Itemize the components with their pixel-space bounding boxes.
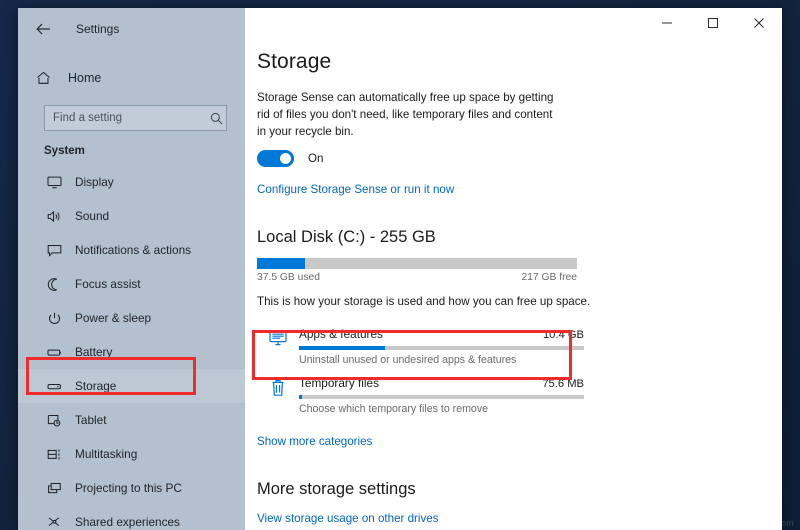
tablet-icon <box>44 410 64 430</box>
category-row-apps-features[interactable]: Apps & features 10.4 GB Uninstall unused… <box>257 322 746 371</box>
sidebar-item-power-sleep-label: Power & sleep <box>75 311 152 325</box>
storage-sense-toggle[interactable] <box>257 150 294 168</box>
monitor-icon <box>44 172 64 192</box>
home-icon <box>36 71 58 85</box>
maximize-icon[interactable] <box>690 8 736 38</box>
notification-icon <box>44 240 64 260</box>
category-row-temporary-files[interactable]: Temporary files 75.6 MB Choose which tem… <box>257 371 746 421</box>
show-more-categories-link[interactable]: Show more categories <box>257 435 372 448</box>
sidebar-item-home-label: Home <box>68 71 102 85</box>
app-title: Settings <box>76 22 120 36</box>
more-storage-settings-heading: More storage settings <box>257 480 416 499</box>
multitasking-icon <box>44 444 64 464</box>
sidebar-item-multitasking-label: Multitasking <box>75 447 138 461</box>
disk-used-label: 37.5 GB used <box>257 272 320 284</box>
sidebar-item-storage-label: Storage <box>75 379 117 393</box>
category-subtitle: Choose which temporary files to remove <box>299 403 489 416</box>
sidebar-item-shared-experiences-label: Shared experiences <box>75 515 180 529</box>
toggle-knob <box>280 153 291 165</box>
storage-sense-description: Storage Sense can automatically free up … <box>257 91 554 138</box>
search-input[interactable] <box>45 112 207 124</box>
storage-sense-toggle-row: On <box>257 150 746 168</box>
category-body: Apps & features 10.4 GB Uninstall unused… <box>293 327 742 366</box>
local-disk-heading: Local Disk (C:) - 255 GB <box>257 228 436 247</box>
category-usage-bar <box>299 395 584 400</box>
content-area: Storage Storage Sense can automatically … <box>245 8 782 530</box>
category-size: 75.6 MB <box>542 378 584 391</box>
search-icon[interactable] <box>207 112 226 125</box>
sidebar-item-focus-assist-label: Focus assist <box>75 277 141 291</box>
disk-usage-meta: 37.5 GB used 217 GB free <box>257 272 577 283</box>
apps-icon <box>263 327 293 366</box>
search-box[interactable] <box>44 105 227 131</box>
storage-category-list: Apps & features 10.4 GB Uninstall unused… <box>257 322 746 421</box>
moon-icon <box>44 274 64 294</box>
category-subtitle: Uninstall unused or undesired apps & fea… <box>299 354 517 367</box>
category-headline: Temporary files 75.6 MB <box>299 376 584 390</box>
window-controls <box>245 8 782 42</box>
disk-free-label: 217 GB free <box>521 272 577 284</box>
sidebar: Settings Home System <box>18 8 245 530</box>
sidebar-nav-list: Display Sound Notifications & actions Fo… <box>18 165 245 530</box>
sidebar-item-projecting-label: Projecting to this PC <box>75 481 182 495</box>
back-arrow-icon[interactable] <box>30 16 56 42</box>
power-icon <box>44 308 64 328</box>
category-body: Temporary files 75.6 MB Choose which tem… <box>293 376 742 415</box>
project-icon <box>44 478 64 498</box>
sidebar-title-row: Settings <box>18 8 245 50</box>
sidebar-item-sound-label: Sound <box>75 209 110 223</box>
view-storage-usage-link[interactable]: View storage usage on other drives <box>257 512 746 525</box>
sidebar-item-display[interactable]: Display <box>18 165 245 199</box>
storage-sense-toggle-state: On <box>308 152 324 166</box>
category-name: Temporary files <box>299 376 379 391</box>
sidebar-item-notifications[interactable]: Notifications & actions <box>18 233 245 267</box>
category-headline: Apps & features 10.4 GB <box>299 327 584 341</box>
sidebar-item-battery[interactable]: Battery <box>18 335 245 369</box>
disk-explainer: This is how your storage is used and how… <box>257 295 591 309</box>
category-usage-fill <box>299 346 385 351</box>
sidebar-item-projecting[interactable]: Projecting to this PC <box>18 471 245 505</box>
category-usage-fill <box>299 395 302 400</box>
share-icon <box>44 512 64 530</box>
page-title: Storage <box>257 50 332 73</box>
settings-pane: Storage Storage Sense can automatically … <box>245 42 782 530</box>
speaker-icon <box>44 206 64 226</box>
disk-usage-fill <box>257 258 305 270</box>
category-name: Apps & features <box>299 327 383 342</box>
sidebar-item-tablet-label: Tablet <box>75 413 107 427</box>
sidebar-item-display-label: Display <box>75 175 114 189</box>
more-storage-settings-links: View storage usage on other drives Chang… <box>257 512 746 530</box>
sidebar-item-storage[interactable]: Storage <box>18 369 245 403</box>
sidebar-item-multitasking[interactable]: Multitasking <box>18 437 245 471</box>
sidebar-item-sound[interactable]: Sound <box>18 199 245 233</box>
sidebar-item-home[interactable]: Home <box>18 63 245 93</box>
battery-icon <box>44 342 64 362</box>
trash-icon <box>263 376 293 415</box>
configure-storage-sense-row: Configure Storage Sense or run it now <box>257 180 746 198</box>
configure-storage-sense-link[interactable]: Configure Storage Sense or run it now <box>257 183 454 196</box>
category-usage-bar <box>299 346 584 351</box>
sidebar-item-focus-assist[interactable]: Focus assist <box>18 267 245 301</box>
close-icon[interactable] <box>736 8 782 38</box>
sidebar-item-battery-label: Battery <box>75 345 113 359</box>
drive-icon <box>44 376 64 396</box>
sidebar-section-title: System <box>44 145 85 157</box>
settings-window: Settings Home System <box>18 8 782 530</box>
sidebar-item-shared-experiences[interactable]: Shared experiences <box>18 505 245 530</box>
disk-usage-bar <box>257 258 577 270</box>
category-size: 10.4 GB <box>542 329 584 342</box>
minimize-icon[interactable] <box>644 8 690 38</box>
sidebar-item-tablet[interactable]: Tablet <box>18 403 245 437</box>
sidebar-item-power-sleep[interactable]: Power & sleep <box>18 301 245 335</box>
show-more-row: Show more categories <box>257 432 746 450</box>
sidebar-item-notifications-label: Notifications & actions <box>75 243 192 257</box>
